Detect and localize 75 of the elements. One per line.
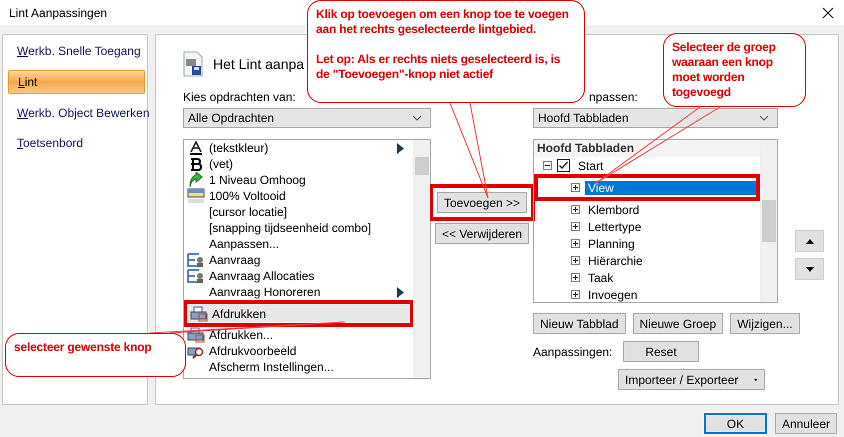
callout-text: selecteer gewenste knop (14, 340, 152, 355)
printer-icon (187, 327, 205, 343)
import-export-button[interactable]: Importeer / Exporteer (618, 369, 765, 390)
expand-icon[interactable] (571, 205, 580, 214)
tree-item[interactable]: Hiërarchie (585, 254, 646, 268)
command-item[interactable]: Aanvraag (184, 252, 413, 268)
move-up-button[interactable] (795, 230, 824, 252)
tree-item[interactable]: Start (575, 158, 606, 172)
submenu-arrow-icon (397, 286, 404, 298)
customizations-label: Aanpassingen: (533, 344, 614, 358)
text-color-icon (189, 141, 203, 155)
tree-action-button[interactable]: Nieuw Tabblad (533, 313, 626, 334)
command-item[interactable]: Afdrukken... (184, 327, 413, 343)
command-item[interactable]: Afdrukvoorbeeld (184, 343, 413, 359)
resource-request-icon (187, 252, 205, 268)
page-title: Het Lint aanpa (213, 56, 304, 72)
callout-text: Let op: Als er rechts niets geselecteerd is, is de "Toevoegen"-knop niet actief (316, 52, 562, 82)
ribbon-dropdown[interactable]: Hoofd Tabbladen (533, 108, 778, 128)
tree-heading: Hoofd Tabbladen (534, 140, 760, 157)
callout-text: Klik op toevoegen om een knop toe te voegen aan het rechts geselecteerde lintgebied. (316, 7, 570, 37)
commands-label: Kies opdrachten van: (183, 89, 297, 105)
tree-action-button[interactable]: Wijzigen... (730, 313, 800, 334)
command-item[interactable]: [cursor locatie] (184, 204, 413, 220)
command-item[interactable]: Aanpassen... (184, 236, 413, 252)
command-item[interactable]: (tekstkleur) (184, 140, 413, 156)
ribbon-label: npassen: (589, 89, 638, 105)
command-item[interactable]: Aanvraag Honoreren (184, 284, 413, 300)
move-down-button[interactable] (795, 258, 824, 280)
add-button[interactable]: Toevoegen >> (436, 192, 528, 213)
tree-item[interactable]: Lettertype (585, 220, 644, 234)
scrollbar[interactable] (413, 140, 430, 378)
sidebar-item[interactable]: Toetsenbord (8, 132, 145, 154)
bold-icon (190, 158, 202, 170)
chevron-icon (759, 115, 769, 121)
command-item[interactable]: (vet) (184, 156, 413, 172)
callout-text: Selecteer de groep waaraan een knop moet worden togevoegd (672, 40, 777, 100)
checkbox[interactable] (557, 159, 570, 172)
command-item[interactable]: 100% Voltooid (184, 188, 413, 204)
scrollbar[interactable] (760, 140, 777, 302)
remove-button[interactable]: << Verwijderen (434, 223, 530, 244)
reset-button[interactable]: Reset (623, 341, 699, 362)
submenu-arrow-icon (397, 142, 404, 154)
command-item[interactable]: Afscherm Instellingen... (184, 359, 413, 375)
sidebar-item[interactable]: Lint (8, 70, 145, 94)
tree-action-button[interactable]: Nieuwe Groep (632, 313, 724, 334)
expand-icon[interactable] (571, 273, 580, 282)
tree-item[interactable]: Invoegen (585, 288, 640, 302)
sidebar-item[interactable]: Werkb. Snelle Toegang (8, 40, 145, 62)
up-triangle-icon (806, 238, 814, 244)
down-triangle-icon (806, 266, 814, 272)
close-icon[interactable] (822, 6, 834, 18)
command-item[interactable]: Aanvraag Allocaties (184, 268, 413, 284)
chevron-icon (412, 115, 422, 121)
command-item[interactable]: 1 Niveau Omhoog (184, 172, 413, 188)
commands-dropdown[interactable]: Alle Opdrachten (183, 108, 431, 128)
collapse-icon[interactable] (543, 161, 552, 170)
tree-item[interactable]: View (585, 180, 756, 194)
up-arrow-icon (188, 172, 204, 188)
dialog-button[interactable]: OK (704, 413, 767, 434)
resource-request-icon (187, 268, 205, 284)
command-item[interactable]: Afdrukken (184, 300, 413, 327)
dialog-button[interactable]: Annuleer (774, 413, 837, 434)
progress-bar-icon (187, 188, 205, 204)
expand-icon[interactable] (571, 290, 580, 299)
expand-icon[interactable] (571, 222, 580, 231)
window-title: Lint Aanpassingen (9, 6, 108, 20)
expand-icon[interactable] (571, 183, 580, 192)
dropdown-arrow-icon (754, 376, 758, 382)
expand-icon[interactable] (571, 239, 580, 248)
printer-icon (190, 306, 208, 322)
tree-item[interactable]: Klembord (585, 202, 642, 216)
command-item[interactable]: [snapping tijdseenheid combo] (184, 220, 413, 236)
expand-icon[interactable] (571, 256, 580, 265)
tree-item[interactable]: Planning (585, 236, 638, 250)
tree-item[interactable]: Taak (585, 270, 616, 284)
